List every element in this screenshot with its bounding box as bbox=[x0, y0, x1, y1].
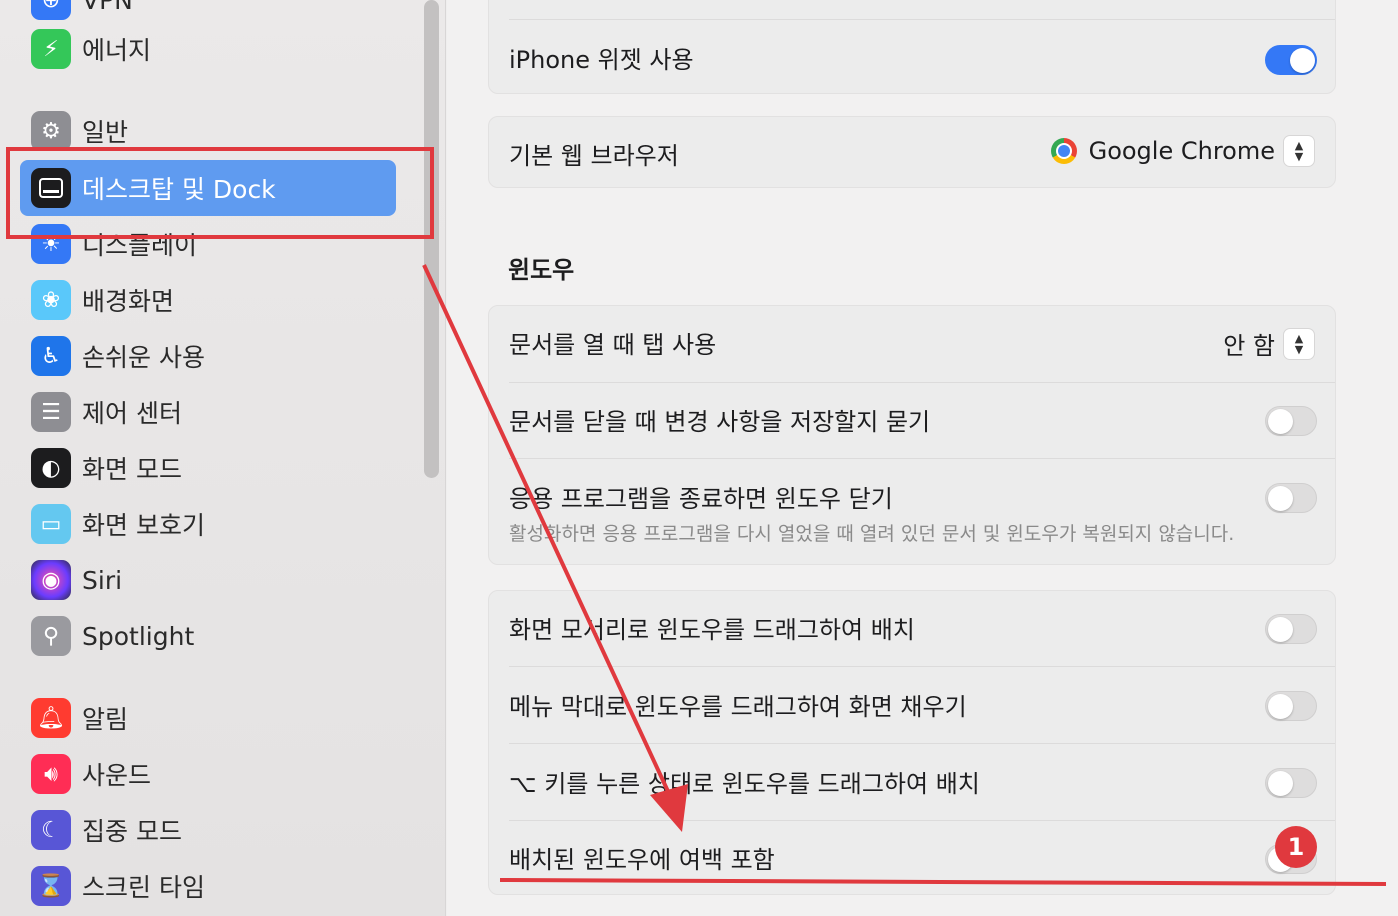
iphone-widget-toggle[interactable] bbox=[1265, 45, 1317, 75]
sidebar: ⊕ VPN ⚡ 에너지 ⚙ 일반 데스크탑 및 Dock ☀ 디스플레이 ❀ 배… bbox=[0, 0, 446, 916]
annotation-badge: 1 bbox=[1275, 826, 1317, 868]
iphone-widget-label: iPhone 위젯 사용 bbox=[509, 45, 694, 74]
tiling-row: 메뉴 막대로 윈도우를 드래그하여 화면 채우기 bbox=[509, 684, 1315, 724]
sidebar-item-label: 손쉬운 사용 bbox=[82, 343, 205, 372]
chrome-icon bbox=[1050, 138, 1077, 164]
section-title-windows: 윈도우 bbox=[508, 256, 575, 284]
sidebar-item-label: Siri bbox=[82, 565, 123, 595]
sidebar-item-label: 화면 보호기 bbox=[82, 511, 205, 540]
tiling-edge-label: 화면 모서리로 윈도우를 드래그하여 배치 bbox=[509, 615, 915, 644]
chevron-updown-icon: ▲ ▼ bbox=[1283, 327, 1315, 360]
accessibility-icon: ♿ bbox=[31, 336, 71, 376]
close-windows-label: 응용 프로그램을 종료하면 윈도우 닫기 bbox=[509, 484, 893, 513]
sidebar-item-label: Spotlight bbox=[82, 621, 195, 651]
close-windows-toggle[interactable] bbox=[1265, 483, 1317, 513]
sidebar-scrollbar[interactable] bbox=[424, 0, 439, 478]
bell-icon: 🔔︎ bbox=[31, 698, 71, 738]
sidebar-item-wallpaper[interactable]: ❀ 배경화면 bbox=[20, 272, 396, 328]
gear-icon: ⚙ bbox=[31, 111, 71, 151]
sidebar-item-label: 에너지 bbox=[82, 36, 152, 65]
sidebar-item-label: 스크린 타임 bbox=[82, 873, 205, 902]
divider bbox=[509, 458, 1335, 459]
close-windows-row: 응용 프로그램을 종료하면 윈도우 닫기 bbox=[509, 476, 1315, 516]
windows-card: 문서를 열 때 탭 사용 안 함 ▲ ▼ 문서를 닫을 때 변경 사항을 저장할지… bbox=[488, 305, 1336, 565]
browser-card: 기본 웹 브라우저 Google Chrome ▲ ▼ bbox=[488, 116, 1336, 188]
close-windows-description-row: 활성화하면 응용 프로그램을 다시 열었을 때 열려 있던 문서 및 윈도우가 … bbox=[509, 518, 1315, 546]
divider bbox=[509, 820, 1335, 821]
tiling-row: 화면 모서리로 윈도우를 드래그하여 배치 bbox=[509, 607, 1315, 647]
sidebar-item-label: 화면 모드 bbox=[82, 455, 182, 484]
flower-icon: ❀ bbox=[31, 280, 71, 320]
sidebar-item-label: 배경화면 bbox=[82, 287, 175, 316]
sidebar-item-appearance[interactable]: ◐ 화면 모드 bbox=[20, 440, 396, 496]
iphone-widget-row: iPhone 위젯 사용 bbox=[509, 37, 1315, 77]
annotation-highlight-box bbox=[6, 147, 434, 239]
toggles-icon: ☰ bbox=[31, 392, 71, 432]
sidebar-item-accessibility[interactable]: ♿ 손쉬운 사용 bbox=[20, 328, 396, 384]
sidebar-item-focus[interactable]: ☾ 집중 모드 bbox=[20, 802, 396, 858]
tiling-menubar-toggle[interactable] bbox=[1265, 691, 1317, 721]
sidebar-item-label: 제어 센터 bbox=[82, 399, 182, 428]
sidebar-item-siri[interactable]: ◉ Siri bbox=[20, 552, 396, 608]
tabs-popup[interactable]: 안 함 ▲ ▼ bbox=[1223, 326, 1315, 361]
divider bbox=[509, 382, 1335, 383]
sidebar-item-label: 사운드 bbox=[82, 761, 152, 790]
tiled-margins-label: 배치된 윈도우에 여백 포함 bbox=[509, 845, 775, 874]
siri-icon: ◉ bbox=[31, 560, 71, 600]
tabs-row: 문서를 열 때 탭 사용 bbox=[509, 322, 1315, 362]
sidebar-item-energy[interactable]: ⚡ 에너지 bbox=[20, 21, 396, 77]
divider bbox=[509, 666, 1335, 667]
divider bbox=[509, 743, 1335, 744]
tiling-row: 배치된 윈도우에 여백 포함 bbox=[509, 837, 1315, 877]
sidebar-item-label: 일반 bbox=[82, 118, 129, 147]
sidebar-item-notifications[interactable]: 🔔︎ 알림 bbox=[20, 690, 396, 746]
tiling-row: ⌥ 키를 누른 상태로 윈도우를 드래그하여 배치 bbox=[509, 761, 1315, 801]
sidebar-item-label: VPN bbox=[82, 0, 133, 15]
screensaver-icon: ▭ bbox=[31, 504, 71, 544]
hourglass-icon: ⌛ bbox=[31, 866, 71, 906]
sidebar-item-spotlight[interactable]: ⚲ Spotlight bbox=[20, 608, 396, 664]
tiling-card: 화면 모서리로 윈도우를 드래그하여 배치 메뉴 막대로 윈도우를 드래그하여 … bbox=[488, 590, 1336, 895]
sidebar-item-label: 집중 모드 bbox=[82, 817, 182, 846]
vpn-icon: ⊕ bbox=[31, 0, 71, 20]
tiling-edge-toggle[interactable] bbox=[1265, 614, 1317, 644]
appearance-icon: ◐ bbox=[31, 448, 71, 488]
sidebar-item-screen-time[interactable]: ⌛ 스크린 타임 bbox=[20, 858, 396, 914]
default-browser-value: Google Chrome bbox=[1088, 137, 1275, 165]
ask-save-toggle[interactable] bbox=[1265, 406, 1317, 436]
default-browser-popup[interactable]: Google Chrome ▲ ▼ bbox=[1050, 135, 1315, 167]
close-windows-description: 활성화하면 응용 프로그램을 다시 열었을 때 열려 있던 문서 및 윈도우가 … bbox=[509, 522, 1235, 545]
ask-save-label: 문서를 닫을 때 변경 사항을 저장할지 묻기 bbox=[509, 407, 931, 436]
magnifier-icon: ⚲ bbox=[31, 616, 71, 656]
sidebar-item-control-center[interactable]: ☰ 제어 센터 bbox=[20, 384, 396, 440]
tiling-option-toggle[interactable] bbox=[1265, 768, 1317, 798]
sidebar-item-label: 알림 bbox=[82, 705, 129, 734]
tiling-option-label: ⌥ 키를 누른 상태로 윈도우를 드래그하여 배치 bbox=[509, 769, 980, 798]
main-pane: iPhone 위젯 사용 기본 웹 브라우저 Google Chrome ▲ ▼ … bbox=[447, 0, 1398, 916]
tiling-menubar-label: 메뉴 막대로 윈도우를 드래그하여 화면 채우기 bbox=[509, 692, 967, 721]
moon-icon: ☾ bbox=[31, 810, 71, 850]
divider bbox=[509, 19, 1335, 20]
ask-save-row: 문서를 닫을 때 변경 사항을 저장할지 묻기 bbox=[509, 399, 1315, 439]
default-browser-label: 기본 웹 브라우저 bbox=[509, 141, 679, 170]
sidebar-item-screensaver[interactable]: ▭ 화면 보호기 bbox=[20, 496, 396, 552]
tabs-value: 안 함 bbox=[1223, 332, 1275, 360]
speaker-icon: 🔊︎ bbox=[31, 754, 71, 794]
tabs-label: 문서를 열 때 탭 사용 bbox=[509, 330, 717, 359]
widgets-card: iPhone 위젯 사용 bbox=[488, 0, 1336, 94]
sidebar-item-sound[interactable]: 🔊︎ 사운드 bbox=[20, 746, 396, 802]
bolt-icon: ⚡ bbox=[31, 29, 71, 69]
chevron-updown-icon: ▲ ▼ bbox=[1283, 135, 1315, 167]
